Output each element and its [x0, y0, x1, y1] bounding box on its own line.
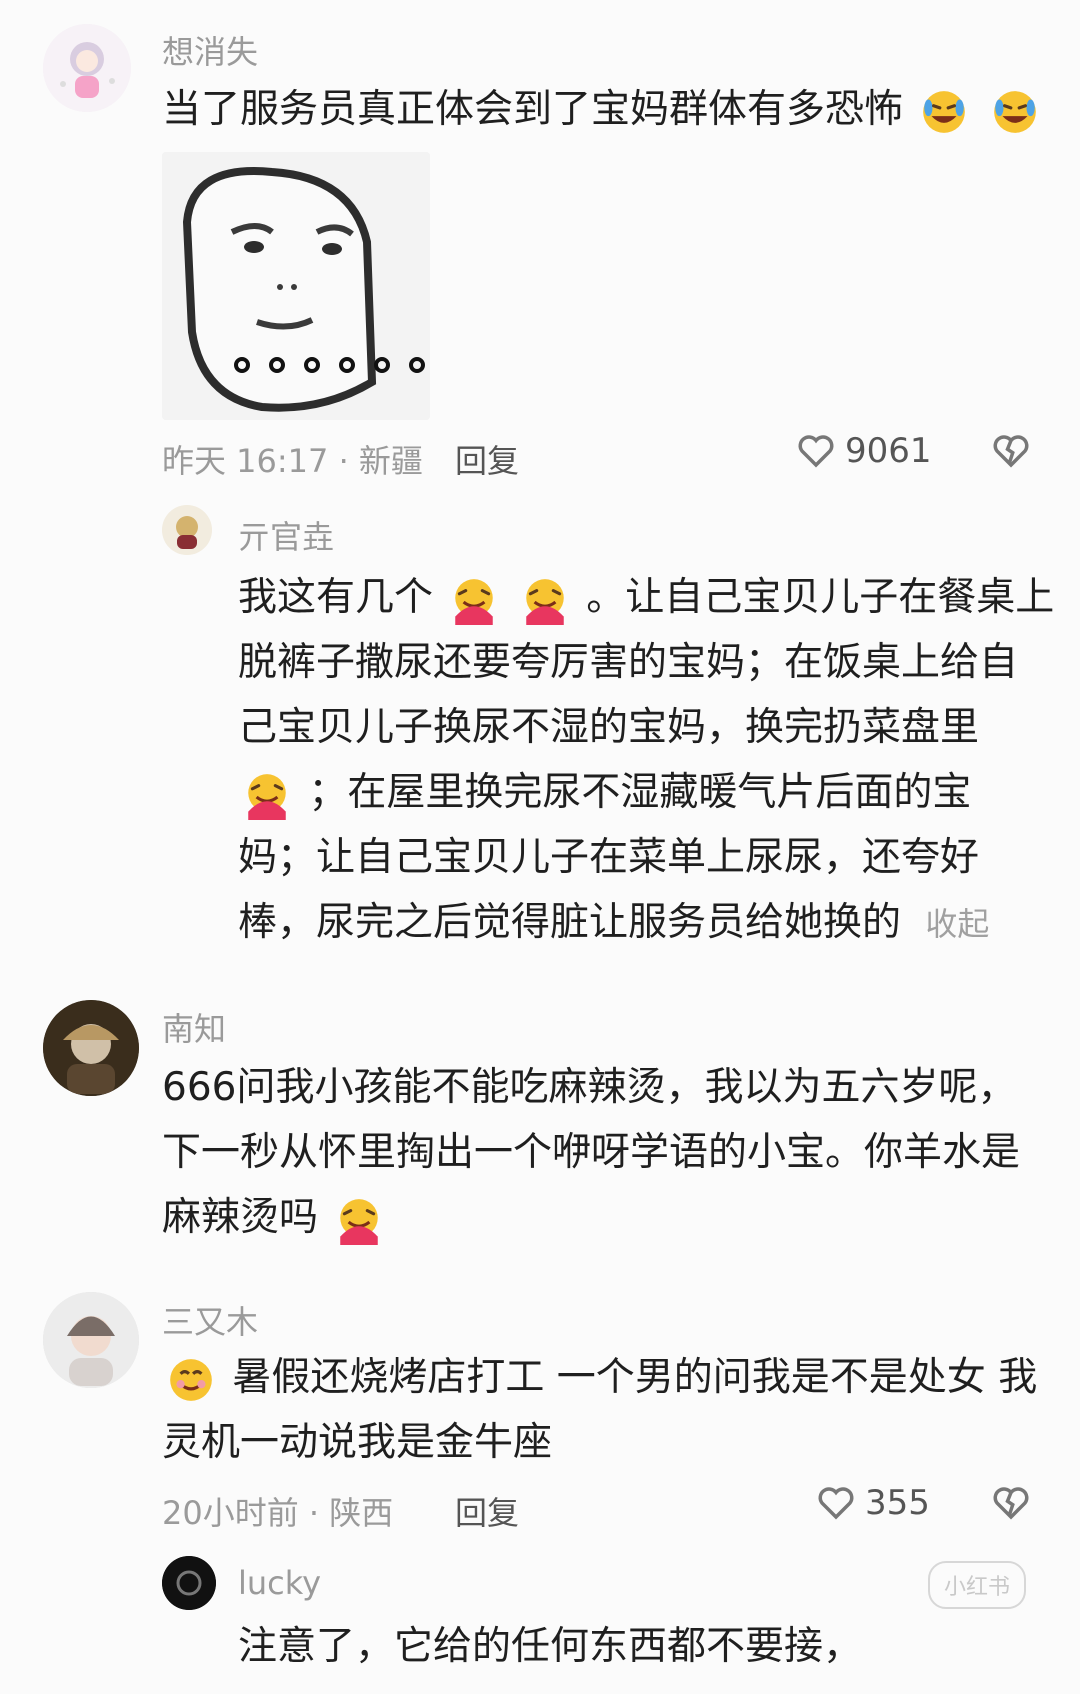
- avatar[interactable]: [43, 24, 131, 112]
- comment-line: 暑假还烧烤店打工 一个男的问我是不是处女 我: [162, 1345, 1037, 1410]
- comment-text: 当了服务员真正体会到了宝妈群体有多恐怖: [162, 77, 1044, 142]
- comment-text: 666问我小孩能不能吃麻辣烫，我以为五六岁呢， 下一秒从怀里掏出一个咿呀学语的小…: [162, 1055, 1020, 1250]
- hugging-emoji-icon: [455, 578, 494, 625]
- comment-line: 灵机一动说我是金牛座: [162, 1420, 553, 1465]
- username[interactable]: 亓官垚: [238, 512, 334, 558]
- avatar[interactable]: [162, 1556, 216, 1610]
- comment-meta: 20小时前 · 陕西: [162, 1494, 394, 1532]
- username[interactable]: 三又木: [162, 1297, 258, 1343]
- like-count: 9061: [845, 431, 932, 471]
- comment-meta: 昨天 16:17 · 新疆: [162, 442, 423, 480]
- reply-button[interactable]: 回复: [455, 436, 519, 482]
- comment-line: 我这有几个 。让自己宝贝儿子在餐桌上: [238, 565, 1054, 630]
- hugging-emoji-icon: [526, 578, 564, 625]
- photo-avatar-icon: [43, 1292, 139, 1388]
- comment-text: 当了服务员真正体会到了宝妈群体有多恐怖: [162, 87, 904, 132]
- reply-button[interactable]: 回复: [455, 1488, 519, 1534]
- comment-line: 麻辣烫吗: [162, 1185, 1020, 1250]
- like-count: 355: [865, 1483, 930, 1523]
- crying-laughing-emoji-icon: [923, 90, 966, 133]
- comment-text: 我这有几个 。让自己宝贝儿子在餐桌上 脱裤子撒尿还要夸厉害的宝妈；在饭桌上给自 …: [238, 565, 1054, 955]
- comment-line-text: 我这有几个: [238, 575, 434, 620]
- comment-line-text: 。让自己宝贝儿子在餐桌上: [586, 575, 1055, 620]
- comment-line-text: 棒，尿完之后觉得脏让服务员给她换的: [238, 900, 902, 945]
- comment-line: 妈；让自己宝贝儿子在菜单上尿尿，还夸好: [238, 835, 980, 880]
- collapse-button[interactable]: 收起: [925, 905, 989, 943]
- comment-text: 暑假还烧烤店打工 一个男的问我是不是处女 我 灵机一动说我是金牛座: [162, 1345, 1037, 1475]
- heart-icon: [818, 1487, 854, 1520]
- comment-line-text: 暑假还烧烤店打工 一个男的问我是不是处女 我: [232, 1355, 1038, 1400]
- girl-avatar-icon: [43, 24, 131, 112]
- black-avatar-icon: [162, 1556, 216, 1610]
- avatar[interactable]: [43, 1000, 139, 1096]
- hugging-emoji-icon: [248, 773, 286, 820]
- comment-line: 下一秒从怀里掏出一个咿呀学语的小宝。你羊水是: [162, 1130, 1021, 1175]
- comment-line: 666问我小孩能不能吃麻辣烫，我以为五六岁呢，: [162, 1065, 1017, 1110]
- dark-avatar-icon: [43, 1000, 139, 1096]
- comment-line: 己宝贝儿子换尿不湿的宝妈，换完扔菜盘里: [238, 705, 980, 750]
- crying-laughing-emoji-icon: [993, 90, 1036, 133]
- smiling-emoji-icon: [170, 1358, 212, 1401]
- face-sticker-icon: [162, 152, 430, 420]
- username[interactable]: lucky: [238, 1564, 321, 1602]
- like-button[interactable]: 9061: [795, 430, 932, 472]
- comment-text: 注意了，它给的任何东西都不要接，: [238, 1624, 863, 1669]
- anime-avatar-icon: [162, 505, 212, 555]
- broken-heart-icon[interactable]: [990, 1482, 1032, 1524]
- heart-icon: [798, 435, 834, 468]
- username[interactable]: 南知: [162, 1004, 226, 1050]
- comment-line-text: 麻辣烫吗: [162, 1195, 319, 1240]
- meme-sticker[interactable]: [162, 152, 430, 420]
- broken-heart-icon[interactable]: [990, 430, 1032, 472]
- comment-line: 棒，尿完之后觉得脏让服务员给她换的 收起: [238, 890, 1054, 955]
- avatar[interactable]: [43, 1292, 139, 1388]
- like-button[interactable]: 355: [815, 1482, 930, 1524]
- avatar[interactable]: [162, 505, 212, 555]
- hugging-emoji-icon: [340, 1198, 379, 1245]
- comment-line: ；在屋里换完尿不湿藏暖气片后面的宝: [238, 760, 1054, 825]
- comment-line-text: ；在屋里换完尿不湿藏暖气片后面的宝: [308, 770, 972, 815]
- watermark-badge: 小红书: [927, 1561, 1026, 1609]
- username[interactable]: 想消失: [162, 27, 258, 73]
- comment-line: 脱裤子撒尿还要夸厉害的宝妈；在饭桌上给自: [238, 640, 1019, 685]
